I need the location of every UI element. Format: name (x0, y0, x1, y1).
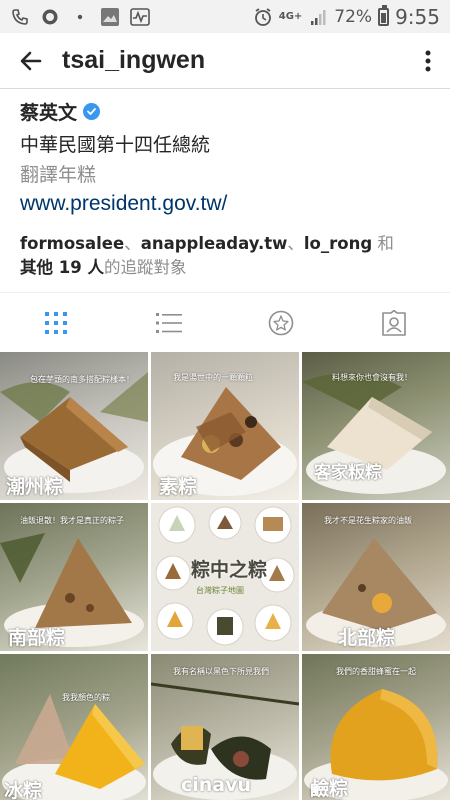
post-note: 我們的香甜蜂蜜在一起 (336, 667, 416, 676)
post-thumbnail[interactable]: 料想來你也會沒有我！ 客家粄粽 (302, 352, 450, 500)
grid-icon (45, 311, 68, 334)
bio-note: 翻譯年糕 (20, 164, 97, 186)
post-thumbnail[interactable]: 我們的香甜蜂蜜在一起 鹼粽 (302, 654, 450, 800)
followed-suffix: 的追蹤對象 (103, 258, 187, 277)
profile-tab-bar (0, 292, 450, 352)
post-grid: 包在芋頭的南多搭配粽樣本！ 潮州粽 我是湯世中的一顆顆粒 素粽 料想來你也會沒有… (0, 352, 450, 800)
dot-icon (70, 7, 90, 27)
post-thumbnail[interactable]: 油飯退散！我才是真正的粽子 南部粽 (0, 503, 148, 651)
website-link[interactable]: www.president.gov.tw/ (20, 192, 440, 220)
profile-name: 蔡英文 (20, 101, 78, 124)
post-caption: 粽中之粽 (191, 559, 268, 581)
post-thumbnail[interactable]: 包在芋頭的南多搭配粽樣本！ 潮州粽 (0, 352, 148, 500)
more-options-button[interactable] (406, 33, 450, 89)
status-bar: 4G+ 72% 9:55 (0, 0, 450, 33)
battery-icon (378, 4, 390, 26)
and-text: 和 (377, 234, 394, 253)
tagged-icon (381, 309, 406, 336)
clock: 9:55 (395, 4, 440, 29)
battery-percent: 72% (334, 6, 373, 27)
post-note: 油飯退散！我才是真正的粽子 (20, 516, 124, 525)
activity-icon (130, 7, 150, 27)
post-note: 我有名稱以黑色下所見我們 (173, 667, 269, 676)
post-caption: 南部粽 (8, 627, 66, 649)
post-caption: 鹼粽 (310, 778, 349, 800)
separator: 、 (287, 234, 304, 253)
more-vertical-icon (425, 50, 431, 71)
profile-info: 蔡英文 中華民國第十四任總統 翻譯年糕 www.president.gov.tw… (20, 98, 440, 280)
post-note: 我才不是花生粽家的油飯 (324, 516, 412, 525)
back-arrow-icon (20, 51, 42, 70)
post-caption: 潮州粽 (6, 476, 64, 498)
follower-1[interactable]: formosalee (20, 234, 124, 253)
follower-3[interactable]: lo_rong (304, 234, 372, 253)
back-button[interactable] (0, 33, 62, 89)
profile-username: tsai_ingwen (62, 46, 206, 74)
alarm-icon (253, 7, 273, 27)
app-header: tsai_ingwen (0, 33, 450, 89)
bio-title: 中華民國第十四任總統 (20, 134, 211, 156)
post-note: 包在芋頭的南多搭配粽樣本！ (30, 375, 134, 384)
post-note: 我我顏色的粽 (62, 693, 110, 702)
gallery-icon (100, 7, 120, 27)
post-note: 台灣粽子地圖 (196, 586, 244, 595)
signal-icon (308, 7, 328, 27)
post-caption: 冰粽 (4, 780, 43, 800)
name-row: 蔡英文 (20, 98, 440, 124)
followed-by[interactable]: formosalee、anappleaday.tw、lo_rong 和 其他 1… (20, 232, 440, 280)
list-icon (155, 312, 182, 333)
tab-grid[interactable] (0, 293, 113, 352)
post-thumbnail[interactable]: 我有名稱以黑色下所見我們 cinavu (151, 654, 299, 800)
tab-tagged[interactable] (338, 293, 450, 352)
post-caption: 北部粽 (338, 627, 396, 649)
post-caption: 客家粄粽 (314, 463, 382, 483)
blocked-icon (40, 7, 60, 27)
post-thumbnail[interactable]: 我才不是花生粽家的油飯 北部粽 (302, 503, 450, 651)
post-caption: cinavu (181, 774, 252, 796)
network-type: 4G+ (278, 10, 303, 22)
separator: 、 (124, 234, 141, 253)
post-caption: 素粽 (159, 476, 198, 498)
post-thumbnail[interactable]: 我我顏色的粽 冰粽 (0, 654, 148, 800)
follower-2[interactable]: anappleaday.tw (141, 234, 288, 253)
tab-list[interactable] (113, 293, 226, 352)
phone-icon (10, 7, 30, 27)
post-thumbnail[interactable]: 我是湯世中的一顆顆粒 素粽 (151, 352, 299, 500)
post-note: 料想來你也會沒有我！ (332, 373, 412, 382)
post-note: 我是湯世中的一顆顆粒 (173, 373, 253, 382)
post-thumbnail[interactable]: 粽中之粽 台灣粽子地圖 (151, 503, 299, 651)
location-icon (268, 310, 294, 335)
tab-places[interactable] (225, 293, 338, 352)
others-count[interactable]: 其他 19 人 (20, 258, 104, 277)
verified-badge-icon (83, 102, 101, 120)
